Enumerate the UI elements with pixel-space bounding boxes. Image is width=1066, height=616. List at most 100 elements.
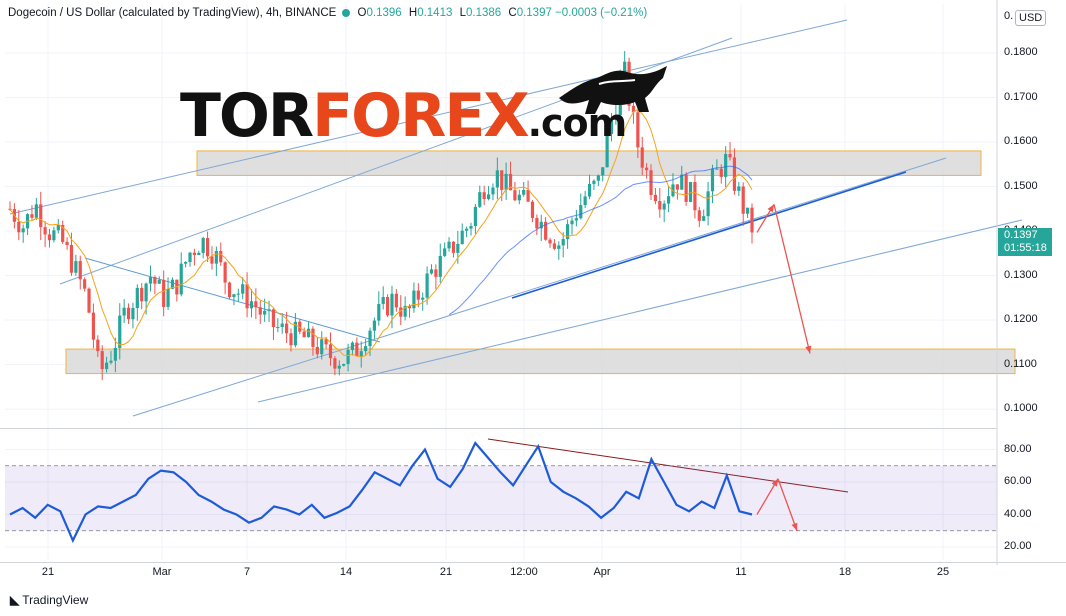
candle-body: [583, 196, 587, 206]
last-price-label: 0.1397 01:55:18: [998, 228, 1052, 256]
tradingview-text: TradingView: [22, 593, 89, 607]
candle-body: [552, 243, 557, 249]
candle-body: [205, 238, 210, 257]
candle-body: [548, 239, 552, 244]
trendline: [511, 171, 907, 299]
rsi-tick-label: 20.00: [1004, 540, 1032, 552]
candle-body: [666, 196, 671, 204]
candle-body: [385, 297, 390, 316]
candle-body: [557, 245, 561, 249]
candle-body: [17, 221, 21, 233]
candle-body: [219, 251, 223, 263]
candle-body: [118, 315, 122, 348]
candle-body: [320, 339, 324, 355]
candle-body: [649, 170, 653, 195]
candle-body: [104, 362, 109, 370]
rsi-tick-label: 60.00: [1004, 475, 1032, 487]
candle-body: [434, 269, 438, 277]
rsi-tick-label: 80.00: [1004, 442, 1032, 455]
candle-body: [438, 255, 442, 277]
candle-body: [346, 349, 350, 364]
x-tick-label: 25: [936, 566, 950, 578]
candle-body: [653, 194, 658, 202]
candle-body: [350, 342, 355, 350]
candle-body: [271, 309, 276, 328]
candle-body: [702, 216, 706, 221]
candle-body: [39, 204, 43, 228]
candle-body: [34, 204, 38, 218]
tradingview-icon: ◣: [10, 593, 20, 607]
candle-body: [359, 351, 363, 357]
candle-body: [249, 301, 254, 309]
x-tick-label: 18: [838, 566, 852, 578]
candle-body: [504, 173, 508, 190]
candle-body: [56, 225, 60, 231]
candle-body: [214, 251, 218, 264]
candle-body: [311, 328, 315, 347]
candle-body: [157, 279, 161, 284]
y-tick-label: 0.1500: [1004, 179, 1038, 192]
x-tick-label: 21: [41, 566, 55, 578]
candle-body: [587, 183, 592, 197]
x-tick-label: Mar: [152, 566, 172, 578]
candle-body: [315, 346, 319, 355]
candle-body: [21, 228, 25, 233]
candle-body: [460, 230, 464, 244]
candle-body: [737, 186, 741, 191]
candle-body: [746, 207, 750, 214]
symbol-header: Dogecoin / US Dollar (calculated by Trad…: [8, 7, 647, 19]
candle-body: [289, 333, 293, 346]
currency-button[interactable]: USD: [1015, 10, 1047, 26]
y-tick-partial: 0.: [1004, 10, 1014, 22]
candle-body: [697, 210, 701, 221]
y-tick-label: 0.1800: [1004, 45, 1038, 58]
candle-body: [561, 239, 565, 246]
change-value: −0.0003 (−0.21%): [555, 7, 648, 19]
candle-body: [126, 307, 131, 320]
candle-body: [513, 190, 517, 201]
candle-body: [592, 180, 596, 184]
candle-body: [522, 189, 526, 195]
bull-icon: [559, 66, 667, 114]
candle-body: [100, 351, 104, 370]
candle-body: [486, 194, 491, 200]
candle-body: [412, 290, 416, 309]
low-value: 0.1386: [465, 7, 502, 19]
candle-body: [372, 320, 377, 331]
candle-body: [421, 297, 425, 300]
candle-body: [144, 283, 148, 302]
candle-body: [601, 167, 605, 176]
tradingview-branding[interactable]: ◣ TradingView: [10, 593, 88, 607]
candle-body: [675, 184, 679, 190]
candle-body: [65, 241, 69, 246]
candle-body: [645, 167, 649, 171]
x-tick-label: 21: [439, 566, 453, 578]
close-label: C: [508, 7, 517, 19]
candle-body: [732, 157, 737, 191]
candle-body: [724, 153, 728, 177]
candle-body: [135, 287, 139, 308]
candle-body: [364, 346, 368, 352]
high-value: 0.1413: [417, 7, 453, 19]
candle-body: [390, 293, 394, 316]
candle-body: [280, 323, 284, 327]
x-tick-label: 14: [339, 566, 353, 578]
candle-body: [478, 192, 482, 207]
candle-body: [750, 207, 754, 233]
candle-body: [451, 241, 456, 253]
status-dot-icon: [342, 8, 351, 17]
candle-body: [469, 226, 473, 229]
high-label: H: [408, 7, 418, 19]
candle-body: [232, 294, 236, 298]
candle-body: [337, 365, 341, 369]
candle-body: [381, 297, 385, 304]
x-tick-label: 11: [735, 566, 747, 578]
candle-body: [43, 227, 47, 235]
candle-body: [52, 230, 56, 241]
support-zone: [65, 348, 1016, 375]
candle-body: [113, 347, 117, 361]
candle-body: [465, 228, 469, 231]
candle-body: [302, 331, 306, 338]
candle-body: [223, 262, 227, 283]
open-value: 0.1396: [366, 7, 402, 19]
